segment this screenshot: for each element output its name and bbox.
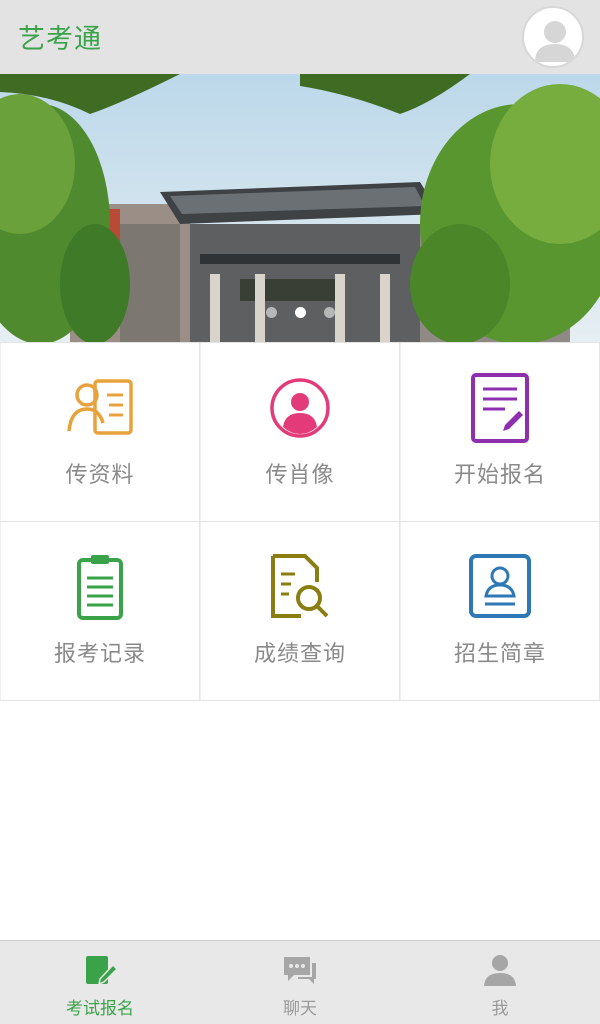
carousel-dot[interactable]: [323, 307, 335, 318]
grid-item-registration-records[interactable]: 报考记录: [0, 522, 200, 701]
nav-tab-me[interactable]: 我: [400, 941, 600, 1024]
nav-tab-chat[interactable]: 聊天: [200, 941, 400, 1024]
nav-tab-label: 考试报名: [66, 999, 134, 1019]
bottom-navigation: 考试报名 聊天 我: [0, 940, 600, 1024]
grid-item-start-registration[interactable]: 开始报名: [400, 343, 600, 522]
carousel-dot-active[interactable]: [294, 307, 306, 318]
banner-image: [0, 74, 600, 342]
carousel-indicators: [0, 303, 600, 322]
banner-carousel[interactable]: [0, 74, 600, 342]
grid-item-label: 传肖像: [265, 463, 335, 488]
nav-tab-label: 聊天: [283, 999, 317, 1019]
grid-item-score-query[interactable]: 成绩查询: [200, 522, 400, 701]
profile-card-icon: [67, 379, 133, 435]
id-card-icon: [469, 554, 531, 618]
edit-note-icon: [86, 956, 118, 986]
nav-tab-exam-registration[interactable]: 考试报名: [0, 941, 200, 1024]
person-icon: [484, 955, 516, 986]
grid-item-label: 招生简章: [453, 642, 546, 667]
chat-icon: [284, 957, 316, 984]
carousel-dot[interactable]: [265, 307, 277, 318]
user-avatar-icon[interactable]: [522, 6, 584, 68]
grid-item-upload-info[interactable]: 传资料: [0, 343, 200, 522]
feature-grid: 传资料 传肖像 开始报名 报考记录 成绩查询 招生简章: [0, 342, 600, 701]
grid-item-label: 成绩查询: [253, 642, 346, 667]
portrait-icon: [270, 378, 330, 438]
nav-tab-label: 我: [491, 999, 509, 1019]
grid-item-upload-portrait[interactable]: 传肖像: [200, 343, 400, 522]
document-search-icon: [271, 554, 329, 618]
grid-item-admission-brochure[interactable]: 招生简章: [400, 522, 600, 701]
grid-item-label: 报考记录: [53, 642, 146, 667]
app-title: 艺考通: [18, 24, 102, 55]
clipboard-icon: [77, 555, 123, 620]
grid-item-label: 开始报名: [453, 463, 546, 488]
edit-document-icon: [471, 373, 529, 443]
app-header: 艺考通: [0, 0, 600, 74]
grid-item-label: 传资料: [65, 463, 135, 488]
